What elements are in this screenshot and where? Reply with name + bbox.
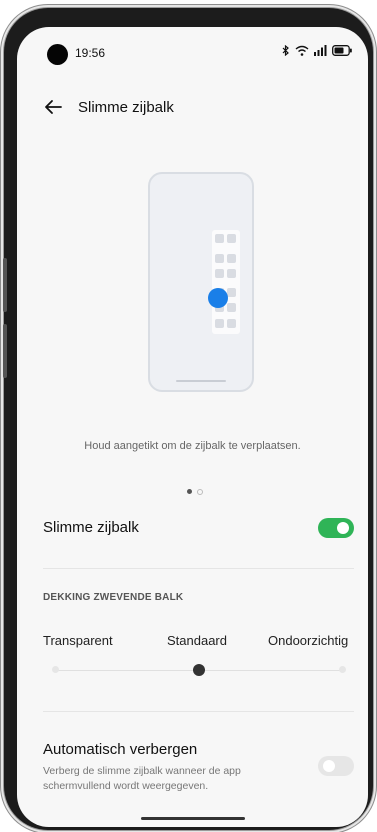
status-time: 19:56 — [75, 46, 106, 60]
opacity-option-transparent[interactable]: Transparent — [43, 633, 113, 648]
bluetooth-icon — [282, 45, 289, 56]
auto-hide-toggle[interactable] — [318, 756, 354, 776]
sidebar-illustration[interactable] — [148, 172, 254, 392]
toggle-knob — [337, 522, 349, 534]
sidebar-app-slot — [215, 254, 224, 263]
power-button — [3, 324, 7, 378]
page-title: Slimme zijbalk — [78, 99, 174, 116]
page-indicator — [187, 489, 203, 495]
sidebar-app-slot — [227, 319, 236, 328]
illustration-hint: Houd aangetikt om de zijbalk te verplaat… — [84, 440, 301, 452]
opacity-option-opaque[interactable]: Ondoorzichtig — [268, 633, 348, 648]
slider-tick[interactable] — [339, 666, 346, 673]
page-dot-active[interactable] — [187, 489, 192, 494]
sidebar-preview — [212, 230, 240, 334]
arrow-left-icon[interactable] — [41, 95, 65, 119]
smart-sidebar-label: Slimme zijbalk — [43, 519, 139, 536]
sidebar-app-slot — [227, 269, 236, 278]
section-header: DEKKING ZWEVENDE BALK — [43, 592, 184, 603]
drag-handle[interactable] — [208, 288, 228, 308]
signal-icon — [314, 45, 327, 56]
toggle-knob — [323, 760, 335, 772]
slider-tick[interactable] — [52, 666, 59, 673]
wifi-icon — [295, 45, 309, 56]
phone-frame: 19:56 Slimme zijbalk Houd aangetikt om d… — [3, 8, 373, 830]
page-dot[interactable] — [197, 489, 203, 495]
illustration-home-bar — [176, 380, 226, 382]
volume-button — [3, 258, 7, 312]
status-bar: 19:56 — [17, 27, 368, 67]
smart-sidebar-toggle[interactable] — [318, 518, 354, 538]
opacity-option-standard[interactable]: Standaard — [167, 633, 227, 648]
auto-hide-label: Automatisch verbergen — [43, 741, 198, 758]
sidebar-app-slot — [227, 234, 236, 243]
header: Slimme zijbalk — [17, 87, 368, 127]
divider — [43, 711, 354, 712]
sidebar-app-slot — [227, 288, 236, 297]
divider — [43, 568, 354, 569]
sidebar-app-slot — [227, 254, 236, 263]
battery-icon — [332, 45, 352, 56]
front-camera — [47, 44, 68, 65]
status-icons — [282, 45, 352, 56]
sidebar-app-slot — [215, 234, 224, 243]
opacity-slider-thumb[interactable] — [193, 664, 205, 676]
sidebar-app-slot — [215, 319, 224, 328]
screen: 19:56 Slimme zijbalk Houd aangetikt om d… — [17, 27, 368, 827]
gesture-bar[interactable] — [141, 817, 245, 820]
sidebar-app-slot — [227, 303, 236, 312]
sidebar-app-slot — [215, 269, 224, 278]
auto-hide-description: Verberg de slimme zijbalk wanneer de app… — [43, 765, 241, 792]
